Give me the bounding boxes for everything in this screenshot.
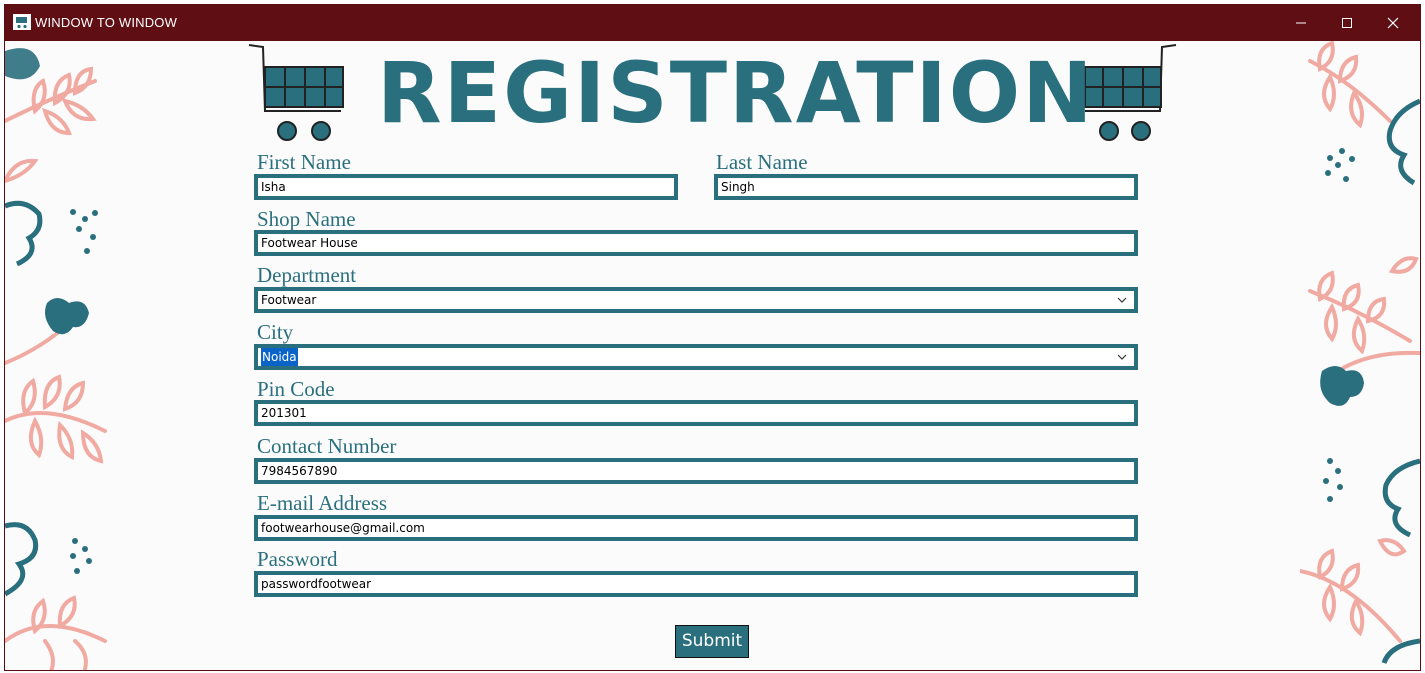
contact-number-field[interactable]: 7984567890 bbox=[254, 458, 1138, 484]
email-field[interactable]: footwearhouse@gmail.com bbox=[254, 515, 1138, 541]
password-value: passwordfootwear bbox=[261, 577, 372, 591]
app-window: WINDOW TO WINDOW REGISTRATION First Name… bbox=[4, 4, 1421, 671]
password-label: Password bbox=[257, 547, 338, 571]
department-value: Footwear bbox=[261, 293, 317, 307]
shop-name-label: Shop Name bbox=[257, 207, 356, 231]
department-label: Department bbox=[257, 263, 357, 287]
chevron-down-icon bbox=[1117, 297, 1127, 303]
contact-number-value: 7984567890 bbox=[261, 464, 338, 478]
city-select[interactable]: Noida bbox=[254, 344, 1138, 370]
shopping-cart-icon bbox=[1084, 44, 1177, 141]
floral-decoration-left bbox=[5, 48, 107, 670]
first-name-label: First Name bbox=[257, 150, 351, 174]
close-button[interactable] bbox=[1370, 5, 1416, 41]
shopping-cart-icon bbox=[248, 44, 344, 141]
last-name-field[interactable]: Singh bbox=[714, 174, 1138, 200]
floral-decoration-right bbox=[1300, 41, 1420, 664]
maximize-icon bbox=[1342, 18, 1352, 28]
submit-button[interactable]: Submit bbox=[675, 625, 749, 658]
maximize-button[interactable] bbox=[1324, 5, 1370, 41]
email-label: E-mail Address bbox=[257, 491, 388, 515]
pin-code-label: Pin Code bbox=[257, 377, 335, 401]
city-value: Noida bbox=[261, 348, 298, 366]
pin-code-field[interactable]: 201301 bbox=[254, 400, 1138, 426]
first-name-value: Isha bbox=[261, 180, 286, 194]
first-name-field[interactable]: Isha bbox=[254, 174, 678, 200]
page-title: REGISTRATION bbox=[377, 44, 1095, 142]
minimize-button[interactable] bbox=[1278, 5, 1324, 41]
city-label: City bbox=[257, 320, 294, 344]
window-title: WINDOW TO WINDOW bbox=[35, 15, 178, 30]
email-value: footwearhouse@gmail.com bbox=[261, 521, 425, 535]
last-name-value: Singh bbox=[721, 180, 755, 194]
pin-code-value: 201301 bbox=[261, 406, 307, 420]
last-name-label: Last Name bbox=[716, 150, 808, 174]
minimize-icon bbox=[1296, 22, 1306, 24]
shop-name-field[interactable]: Footwear House bbox=[254, 230, 1138, 256]
department-select[interactable]: Footwear bbox=[254, 287, 1138, 313]
title-bar[interactable]: WINDOW TO WINDOW bbox=[5, 5, 1420, 41]
password-field[interactable]: passwordfootwear bbox=[254, 571, 1138, 597]
shopping-cart-icon bbox=[13, 14, 31, 30]
chevron-down-icon bbox=[1117, 354, 1127, 360]
close-icon bbox=[1387, 17, 1399, 29]
shop-name-value: Footwear House bbox=[261, 236, 358, 250]
contact-number-label: Contact Number bbox=[257, 434, 397, 458]
